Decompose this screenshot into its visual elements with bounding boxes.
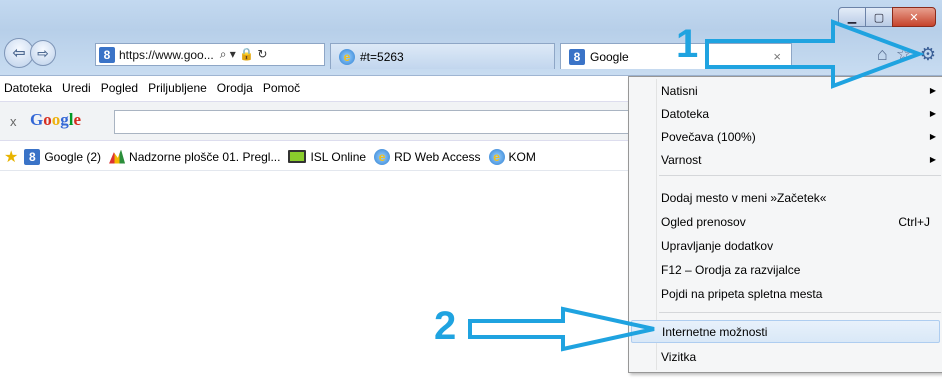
forward-button[interactable]: ⇨ [30,40,56,66]
menu-separator [659,312,941,313]
menu-separator [659,175,941,176]
submenu-arrow-icon: ▶ [929,86,936,95]
address-bar-icons[interactable]: ⌕ ▾ 🔒 ↻ [220,47,268,62]
menu-item-pomoc[interactable]: Pomoč [263,81,300,95]
tab-label: Google [590,49,629,64]
ie-icon: e [488,148,505,165]
menu-item-internetne-moznosti[interactable]: Internetne možnosti [631,320,940,343]
google-icon: 8 [99,46,115,63]
ie-icon: e [339,48,355,65]
close-toolbar-icon[interactable]: x [10,114,17,129]
back-arrow-icon: ⇦ [12,45,26,62]
chart-icon [109,149,126,164]
favorites-star-icon[interactable]: ★ [4,147,18,167]
menu-item-pogled[interactable]: Pogled [101,81,138,95]
ie-icon: e [374,148,391,165]
google-search-input[interactable] [114,110,634,134]
tools-menu: Natisni ▶ Datoteka ▶ Povečava (100%) ▶ Varn… [628,76,942,373]
menu-item-pripeta-mesta[interactable]: Pojdi na pripeta spletna mesta [629,282,942,305]
favorite-google[interactable]: 8 Google (2) [24,148,101,165]
nav-buttons: ⇦ ⇨ [4,38,56,68]
menu-item-dodaj-mesto[interactable]: Dodaj mesto v meni »Začetek« [629,186,942,209]
tab-label: #t=5263 [360,49,404,64]
shortcut-label: Ctrl+J [898,214,930,229]
menu-item-upravljanje-dodatkov[interactable]: Upravljanje dodatkov [629,234,942,257]
google-icon: 8 [569,48,585,65]
menu-item-vizitka[interactable]: Vizitka [629,345,942,368]
menu-item-f12-orodja[interactable]: F12 – Orodja za razvijalce [629,258,942,281]
address-text[interactable]: https://www.goo... [119,48,214,62]
annotation-arrow-2 [468,306,655,352]
menu-item-datoteka[interactable]: Datoteka ▶ [629,102,942,125]
menu-item-datoteka[interactable]: Datoteka [4,81,52,95]
annotation-arrow-1 [705,19,925,89]
monitor-icon [288,150,307,163]
annotation-number-2: 2 [434,304,457,348]
favorite-kom[interactable]: e KOM [488,148,536,165]
address-bar[interactable]: 8 https://www.goo... ⌕ ▾ 🔒 ↻ [95,43,325,66]
forward-arrow-icon: ⇨ [37,44,49,61]
google-icon: 8 [24,148,41,165]
submenu-arrow-icon: ▶ [929,155,936,164]
submenu-arrow-icon: ▶ [929,132,936,141]
annotation-number-1: 1 [676,22,699,66]
menu-item-varnost[interactable]: Varnost ▶ [629,148,942,171]
menu-item-priljubljene[interactable]: Priljubljene [148,81,207,95]
tab-t5263[interactable]: e #t=5263 [330,43,555,69]
menu-item-orodja[interactable]: Orodja [217,81,253,95]
google-logo: Google [30,110,82,129]
menu-item-povecava[interactable]: Povečava (100%) ▶ [629,125,942,148]
submenu-arrow-icon: ▶ [929,109,936,118]
menu-item-uredi[interactable]: Uredi [62,81,91,95]
favorite-rd-web-access[interactable]: e RD Web Access [374,148,481,165]
favorite-nadzorne-plosce[interactable]: Nadzorne plošče 01. Pregl... [109,149,280,164]
menu-item-ogled-prenosov[interactable]: Ogled prenosov Ctrl+J [629,210,942,233]
favorite-isl-online[interactable]: ISL Online [288,150,366,164]
